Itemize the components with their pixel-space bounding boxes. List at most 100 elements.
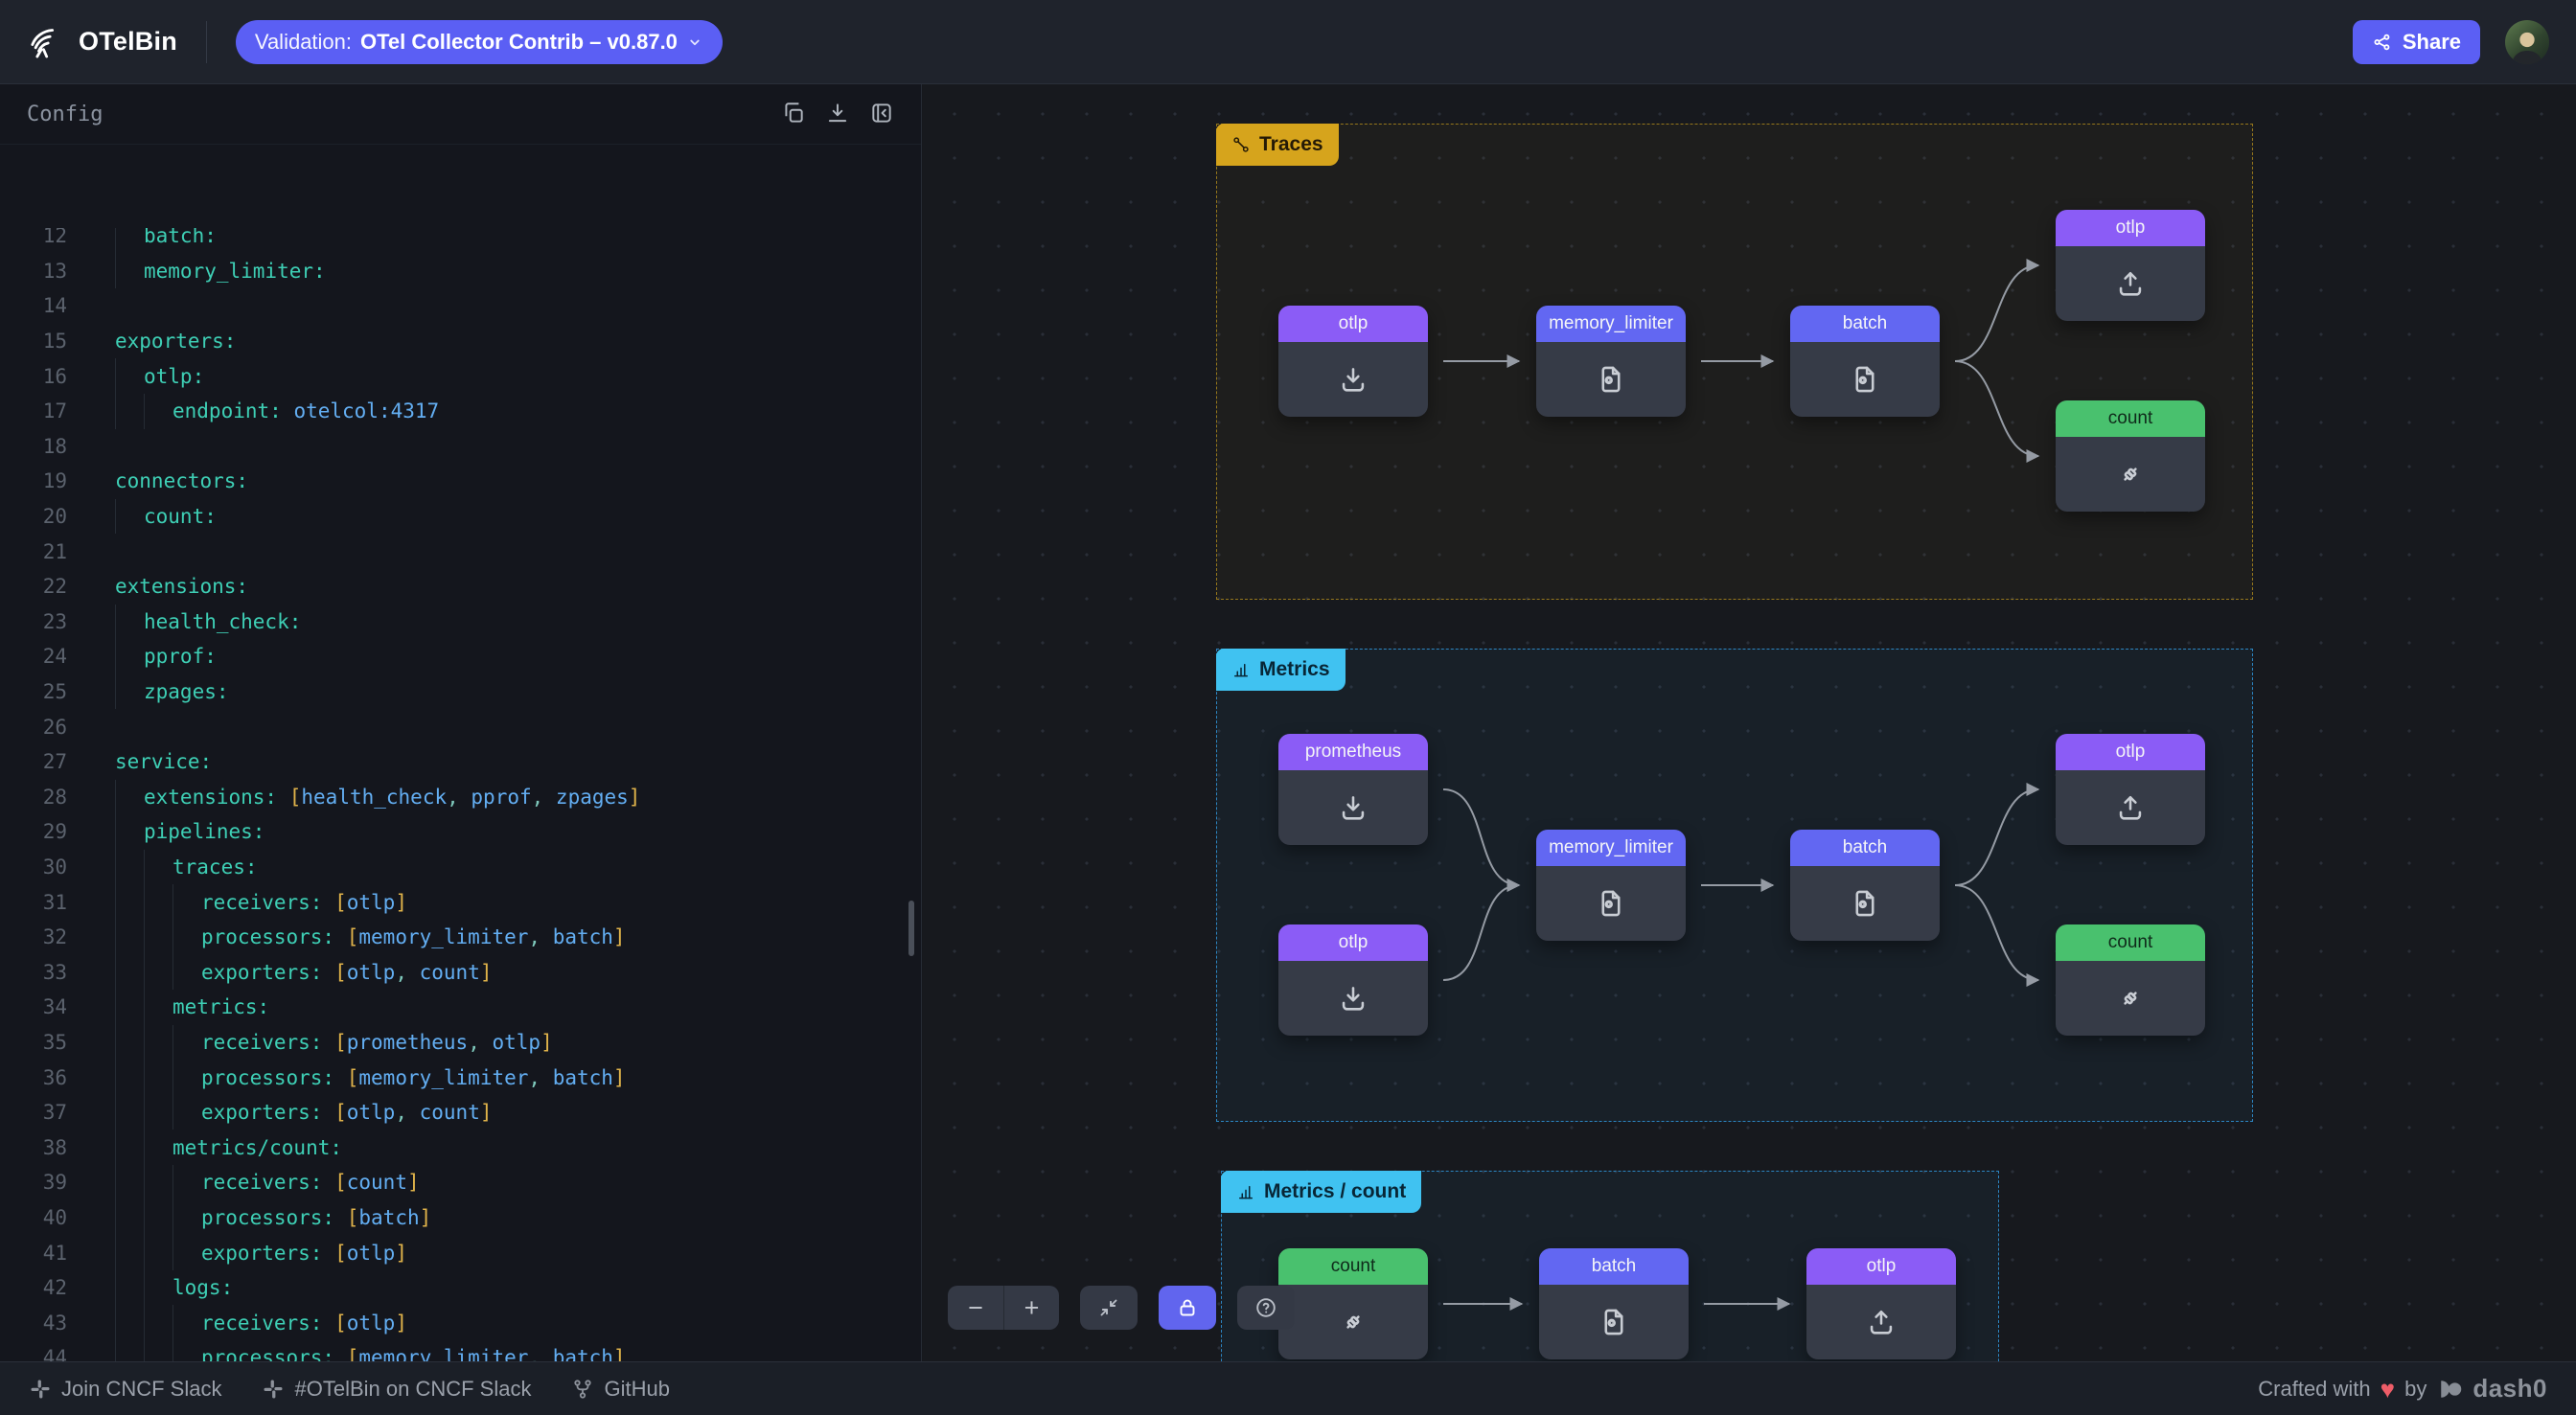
code-line[interactable]: 38metrics/count: (0, 1130, 921, 1165)
line-number: 23 (0, 610, 67, 633)
code-line[interactable]: 21 (0, 534, 921, 569)
code-line[interactable]: 19connectors: (0, 464, 921, 499)
code-line[interactable]: 24pprof: (0, 639, 921, 674)
code-line[interactable]: 31receivers: [otlp] (0, 884, 921, 920)
share-button[interactable]: Share (2353, 20, 2480, 64)
share-icon (2372, 32, 2393, 53)
user-avatar[interactable] (2505, 20, 2549, 64)
yaml-editor[interactable]: 12batch:13memory_limiter:1415exporters:1… (0, 228, 921, 1382)
node-batch-processor[interactable]: batch (1790, 830, 1940, 941)
code-line[interactable]: 27service: (0, 744, 921, 780)
download-icon (825, 101, 850, 126)
node-label: count (2056, 924, 2205, 961)
code-line[interactable]: 32processors: [memory_limiter, batch] (0, 920, 921, 955)
processor-icon (1595, 887, 1627, 920)
github-link[interactable]: GitHub (571, 1377, 669, 1402)
code-line[interactable]: 22extensions: (0, 569, 921, 605)
code-line[interactable]: 18 (0, 429, 921, 465)
code-line[interactable]: 35receivers: [prometheus, otlp] (0, 1025, 921, 1061)
copy-icon (781, 101, 806, 126)
fit-view-button[interactable] (1080, 1286, 1138, 1330)
code-line[interactable]: 43receivers: [otlp] (0, 1305, 921, 1340)
editor-vertical-scrollbar[interactable] (908, 901, 914, 956)
line-number: 18 (0, 435, 67, 458)
node-label: count (2056, 400, 2205, 437)
code-line[interactable]: 16otlp: (0, 358, 921, 394)
line-number: 26 (0, 716, 67, 739)
section-tag-traces: Traces (1216, 124, 1339, 166)
code-line[interactable]: 42logs: (0, 1270, 921, 1306)
code-line[interactable]: 20count: (0, 499, 921, 535)
credit-prefix: Crafted with (2258, 1377, 2370, 1402)
node-otlp-receiver[interactable]: otlp (1278, 306, 1428, 417)
line-number: 17 (0, 399, 67, 422)
node-label: otlp (2056, 734, 2205, 770)
section-label: Traces (1259, 133, 1323, 156)
code-line[interactable]: 30traces: (0, 850, 921, 885)
node-batch-processor[interactable]: batch (1790, 306, 1940, 417)
line-number: 30 (0, 856, 67, 879)
node-count-connector[interactable]: count (2056, 924, 2205, 1036)
otelbin-slack-channel-link[interactable]: #OTelBin on CNCF Slack (262, 1377, 531, 1402)
route-icon (1231, 135, 1251, 154)
node-count-connector[interactable]: count (1278, 1248, 1428, 1359)
line-number: 42 (0, 1276, 67, 1299)
node-label: batch (1790, 830, 1940, 866)
code-line[interactable]: 12batch: (0, 228, 921, 254)
node-otlp-exporter[interactable]: otlp (2056, 734, 2205, 845)
zoom-in-button[interactable]: + (1003, 1286, 1059, 1330)
code-line[interactable]: 15exporters: (0, 324, 921, 359)
code-line[interactable]: 26 (0, 709, 921, 744)
lock-button[interactable] (1159, 1286, 1216, 1330)
node-memory_limiter-processor[interactable]: memory_limiter (1536, 306, 1686, 417)
code-line[interactable]: 29pipelines: (0, 814, 921, 850)
line-number: 16 (0, 365, 67, 388)
download-config-button[interactable] (823, 100, 852, 128)
help-button[interactable] (1237, 1286, 1295, 1330)
section-label: Metrics / count (1264, 1180, 1406, 1203)
line-number: 36 (0, 1066, 67, 1089)
dash0-brand[interactable]: dash0 (2472, 1374, 2547, 1404)
otelbin-logo-icon (27, 23, 65, 61)
copy-config-button[interactable] (779, 100, 808, 128)
collapse-panel-button[interactable] (867, 100, 896, 128)
join-cncf-slack-link[interactable]: Join CNCF Slack (29, 1377, 221, 1402)
node-otlp-exporter[interactable]: otlp (2056, 210, 2205, 321)
chevron-down-icon (686, 34, 703, 51)
code-line[interactable]: 37exporters: [otlp, count] (0, 1095, 921, 1130)
node-memory_limiter-processor[interactable]: memory_limiter (1536, 830, 1686, 941)
validation-dropdown[interactable]: Validation: OTel Collector Contrib – v0.… (236, 20, 723, 64)
node-batch-processor[interactable]: batch (1539, 1248, 1689, 1359)
node-prometheus-receiver[interactable]: prometheus (1278, 734, 1428, 845)
code-line[interactable]: 34metrics: (0, 990, 921, 1025)
node-otlp-exporter[interactable]: otlp (1806, 1248, 1956, 1359)
code-line[interactable]: 39receivers: [count] (0, 1165, 921, 1200)
code-line[interactable]: 14 (0, 288, 921, 324)
code-line[interactable]: 41exporters: [otlp] (0, 1235, 921, 1270)
node-otlp-receiver[interactable]: otlp (1278, 924, 1428, 1036)
node-label: memory_limiter (1536, 306, 1686, 342)
flow-canvas[interactable]: Traces Metrics Metrics / count otlp memory_l… (923, 84, 2576, 1361)
code-line[interactable]: 33exporters: [otlp, count] (0, 954, 921, 990)
line-number: 40 (0, 1206, 67, 1229)
code-line[interactable]: 17endpoint: otelcol:4317 (0, 394, 921, 429)
section-label: Metrics (1259, 658, 1330, 681)
code-line[interactable]: 40processors: [batch] (0, 1200, 921, 1236)
footer-link-label: #OTelBin on CNCF Slack (294, 1377, 531, 1402)
code-line[interactable]: 13memory_limiter: (0, 254, 921, 289)
footer-link-label: Join CNCF Slack (61, 1377, 221, 1402)
line-number: 12 (0, 228, 67, 247)
section-tag-metrics: Metrics (1216, 649, 1346, 691)
lock-icon (1176, 1296, 1199, 1319)
code-line[interactable]: 36processors: [memory_limiter, batch] (0, 1060, 921, 1095)
config-panel: Config 12b (0, 84, 922, 1361)
node-label: otlp (2056, 210, 2205, 246)
node-count-connector[interactable]: count (2056, 400, 2205, 512)
connector-icon (2114, 982, 2147, 1015)
code-line[interactable]: 23health_check: (0, 605, 921, 640)
code-line[interactable]: 28extensions: [health_check, pprof, zpag… (0, 780, 921, 815)
zoom-out-button[interactable]: − (948, 1286, 1003, 1330)
app-title: OTelBin (79, 27, 177, 57)
code-line[interactable]: 25zpages: (0, 674, 921, 710)
line-number: 27 (0, 750, 67, 773)
